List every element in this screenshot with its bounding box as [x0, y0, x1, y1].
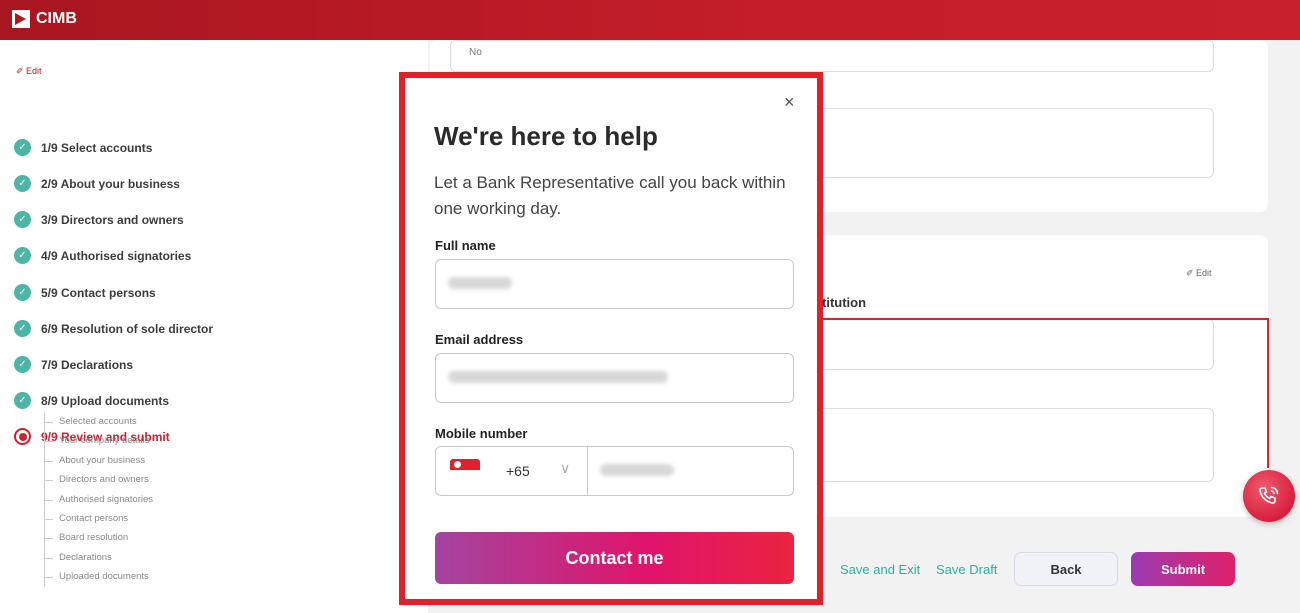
substep-contact-persons[interactable]: Contact persons [45, 509, 153, 528]
step-label: 1/9 Select accounts [41, 140, 153, 155]
full-name-label: Full name [435, 238, 496, 253]
redacted-value [448, 277, 512, 289]
step-label: 6/9 Resolution of sole director [41, 321, 214, 336]
full-name-input[interactable] [435, 259, 794, 309]
step-label: 4/9 Authorised signatories [41, 248, 192, 263]
step-label: 7/9 Declarations [41, 357, 134, 372]
check-icon: ✓ [14, 356, 31, 373]
check-icon: ✓ [14, 247, 31, 264]
mobile-label: Mobile number [435, 426, 528, 441]
step-upload-documents[interactable]: ✓ 8/9 Upload documents [14, 392, 169, 409]
mobile-number-field: +65 ∨ [435, 446, 794, 496]
step-select-accounts[interactable]: ✓ 1/9 Select accounts [14, 139, 152, 156]
check-icon: ✓ [14, 392, 31, 409]
review-substeps: Selected accounts Your company details A… [44, 412, 153, 587]
check-icon: ✓ [14, 320, 31, 337]
substep-uploaded-documents[interactable]: Uploaded documents [45, 567, 153, 586]
sidebar-edit-link[interactable]: ✐ Edit [16, 66, 42, 77]
modal-subtitle: Let a Bank Representative call you back … [434, 173, 786, 218]
top-bar: CIMB [0, 0, 1300, 40]
save-and-exit-button[interactable]: Save and Exit [840, 562, 920, 577]
substep-declarations[interactable]: Declarations [45, 548, 153, 567]
callout-line [1267, 318, 1269, 468]
substep-authorised-signatories[interactable]: Authorised signatories [45, 490, 153, 509]
save-draft-button[interactable]: Save Draft [936, 562, 997, 577]
back-button[interactable]: Back [1014, 552, 1118, 586]
check-icon: ✓ [14, 284, 31, 301]
substep-directors-owners[interactable]: Directors and owners [45, 470, 153, 489]
email-input[interactable] [435, 353, 794, 403]
call-back-fab[interactable] [1243, 470, 1295, 522]
check-icon: ✓ [14, 211, 31, 228]
submit-button[interactable]: Submit [1131, 552, 1235, 586]
substep-about-business[interactable]: About your business [45, 451, 153, 470]
email-label: Email address [435, 332, 524, 347]
step-about-business[interactable]: ✓ 2/9 About your business [14, 175, 180, 192]
substep-board-resolution[interactable]: Board resolution [45, 528, 153, 547]
country-code: +65 [506, 463, 530, 479]
substep-selected-accounts[interactable]: Selected accounts [45, 412, 153, 431]
step-label: 5/9 Contact persons [41, 285, 156, 300]
phone-call-icon [1259, 486, 1279, 504]
step-directors-owners[interactable]: ✓ 3/9 Directors and owners [14, 211, 184, 228]
country-code-select[interactable]: +65 ∨ [436, 447, 588, 495]
singapore-flag-icon [450, 459, 480, 481]
cimb-logo[interactable]: CIMB [12, 10, 77, 28]
step-label: 2/9 About your business [41, 176, 180, 191]
close-icon[interactable]: × [784, 92, 795, 113]
step-authorised-signatories[interactable]: ✓ 4/9 Authorised signatories [14, 247, 191, 264]
answer-field [812, 408, 1214, 482]
modal-title: We're here to help [434, 121, 658, 151]
answer-value: No [469, 47, 482, 58]
answer-field [812, 318, 1214, 370]
check-icon: ✓ [14, 139, 31, 156]
step-contact-persons[interactable]: ✓ 5/9 Contact persons [14, 284, 156, 301]
step-label: 8/9 Upload documents [41, 393, 170, 408]
card-edit-link[interactable]: ✐ Edit [1186, 268, 1212, 279]
redacted-value[interactable] [600, 464, 674, 476]
redacted-value [448, 371, 668, 383]
contact-me-button[interactable]: Contact me [435, 532, 794, 584]
field-label-institution: titution [822, 295, 867, 310]
check-icon: ✓ [14, 175, 31, 192]
answer-field-no: No [450, 40, 1214, 72]
cimb-logo-icon [12, 10, 30, 28]
callout-line [820, 318, 1269, 320]
brand-name: CIMB [36, 10, 77, 27]
step-resolution-sole-director[interactable]: ✓ 6/9 Resolution of sole director [14, 320, 213, 337]
step-declarations[interactable]: ✓ 7/9 Declarations [14, 356, 133, 373]
chevron-down-icon: ∨ [560, 460, 571, 476]
substep-company-details[interactable]: Your company details [45, 431, 153, 450]
radio-selected-icon [14, 428, 31, 445]
step-label: 3/9 Directors and owners [41, 212, 184, 227]
answer-field [812, 108, 1214, 178]
